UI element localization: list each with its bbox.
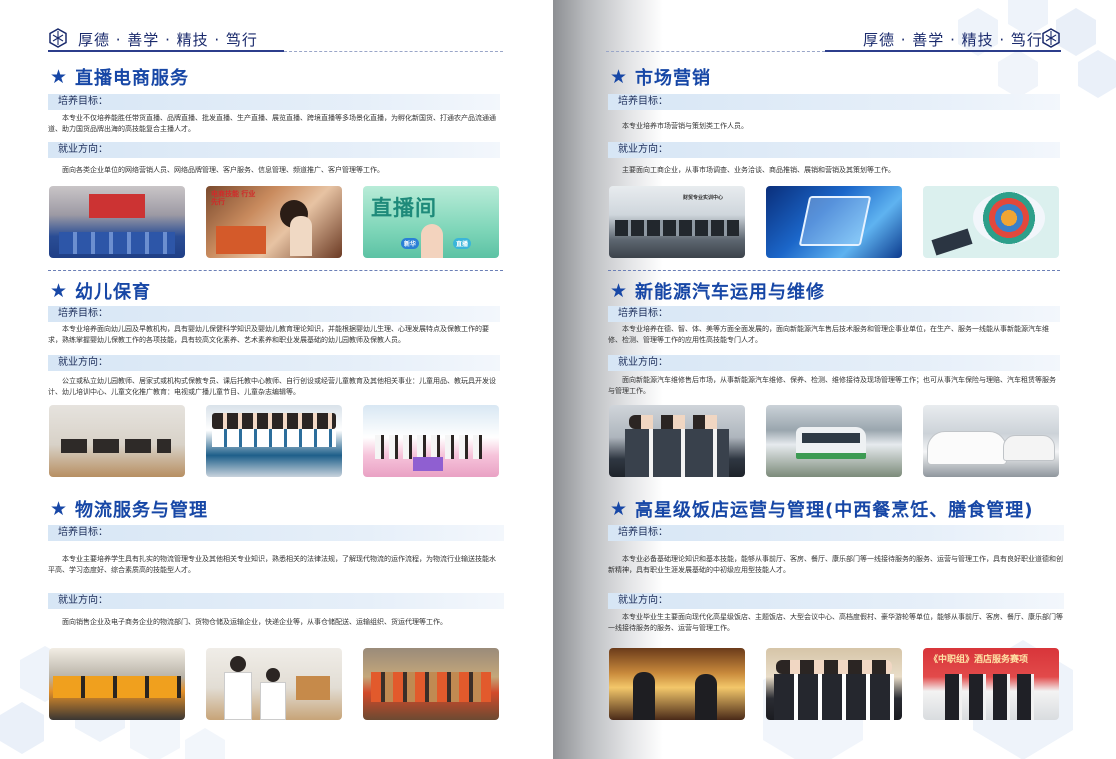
hotel-reception-photo	[609, 648, 745, 720]
career-label: 就业方向：	[48, 355, 500, 371]
livestream-host-photo: 电商技能 行业先行	[206, 186, 342, 258]
photo-sticker-text: 直播	[453, 238, 472, 249]
header-motto: 厚德 · 善学 · 精技 · 笃行	[78, 31, 258, 49]
section-title: ★ 直播电商服务	[50, 64, 189, 90]
section-title-text: 幼儿保育	[75, 282, 152, 303]
right-header: 厚德 · 善学 · 精技 · 笃行	[606, 26, 1061, 52]
auto-staff-photo	[609, 405, 745, 477]
goal-label: 培养目标：	[608, 525, 1064, 541]
section-divider	[608, 270, 1060, 271]
photo-banner-text: 直播间	[371, 196, 437, 220]
section-logistics: ★ 物流服务与管理 培养目标： 本专业主要培养学生具有扎实的物流管理专业及其他相…	[48, 496, 504, 726]
career-label: 就业方向：	[608, 593, 1064, 609]
section-childcare: ★ 幼儿保育 培养目标： 本专业培养面向幼儿园及早教机构，具有婴幼儿保健科学知识…	[48, 278, 503, 488]
school-logo-icon	[49, 28, 67, 48]
childcare-students-photo	[206, 405, 342, 477]
section-title: ★ 幼儿保育	[50, 278, 151, 304]
warehouse-workers-photo	[363, 648, 499, 720]
dance-class-photo	[363, 405, 499, 477]
section-title-text: 新能源汽车运用与维修	[635, 282, 826, 303]
goal-text: 本专业主要培养学生具有扎实的物流管理专业及其他相关专业知识，熟悉相关的法律法规，…	[48, 555, 496, 574]
career-text: 公立或私立幼儿园教师、居家式或机构式保教专员、课后托教中心教师、自行创设或经营儿…	[48, 377, 496, 396]
header-rule-dashed	[606, 51, 825, 52]
goal-label: 培养目标：	[48, 306, 500, 322]
section-title-text: 市场营销	[635, 68, 712, 89]
goal-text: 本专业培养面向幼儿园及早教机构，具有婴幼儿保健科学知识及婴幼儿教育理论知识，并能…	[48, 325, 489, 344]
photo-row: 电商技能 行业先行 直播间 新华 直播	[49, 186, 499, 258]
section-title-text: 高星级饭店运营与管理(中西餐烹饪、膳食管理)	[635, 500, 1034, 521]
section-marketing: ★ 市场营销 培养目标： 本专业培养市场营销与策划类工作人员。 就业方向： 主要…	[608, 64, 1063, 264]
hotel-staff-photo	[766, 648, 902, 720]
star-icon: ★	[610, 280, 629, 302]
career-label: 就业方向：	[48, 593, 504, 609]
header-rule	[825, 50, 1061, 52]
section-live-ecommerce: ★ 直播电商服务 培养目标： 本专业不仅培养能胜任带货直播、品牌直播、批发直播、…	[48, 64, 503, 264]
livestream-studio-photo: 直播间 新华 直播	[363, 186, 499, 258]
section-new-energy-vehicles: ★ 新能源汽车运用与维修 培养目标： 本专业培养在德、智、体、美等方面全面发展的…	[608, 278, 1063, 488]
marketing-icons-photo	[923, 186, 1059, 258]
goal-text: 本专业培养市场营销与策划类工作人员。	[622, 122, 748, 130]
left-page: 厚德 · 善学 · 精技 · 笃行 ★ 直播电商服务 培养目标： 本专业不仅培养…	[0, 0, 553, 759]
car-workshop-photo	[923, 405, 1059, 477]
classroom-photo	[49, 186, 185, 258]
logistics-trucks-photo	[49, 648, 185, 720]
career-text: 主要面向工商企业，从事市场调查、业务洽谈、商品推销、展销和营销及其策划等工作。	[622, 166, 895, 174]
goal-label: 培养目标：	[608, 306, 1060, 322]
star-icon: ★	[50, 498, 69, 520]
section-title: ★ 物流服务与管理	[50, 496, 208, 522]
competition-team-photo: 《中职组》酒店服务赛项	[923, 648, 1059, 720]
header-rule	[48, 50, 284, 52]
star-icon: ★	[610, 498, 629, 520]
photo-banner-text: 《中职组》酒店服务赛项	[929, 655, 1029, 665]
computer-lab-photo: 财贸专业实训中心	[609, 186, 745, 258]
section-divider	[48, 270, 503, 271]
photo-sign-text: 财贸专业实训中心	[683, 195, 724, 201]
goal-label: 培养目标：	[608, 94, 1060, 110]
photo-row: 财贸专业实训中心	[609, 186, 1059, 258]
school-logo-icon	[1042, 28, 1060, 48]
career-label: 就业方向：	[608, 142, 1060, 158]
star-icon: ★	[50, 66, 69, 88]
piano-room-photo	[49, 405, 185, 477]
career-label: 就业方向：	[608, 355, 1060, 371]
goal-text: 本专业必备基础理论知识和基本技能，能够从事前厅、客房、餐厅、康乐部门等一线接待服…	[608, 555, 1063, 574]
goal-text: 本专业不仅培养能胜任带货直播、品牌直播、批发直播、生产直播、展览直播、跨境直播等…	[48, 114, 496, 133]
career-text: 面向新能源汽车维修售后市场，从事新能源汽车维修、保养、检测、维修接待及现场管理等…	[608, 376, 1056, 395]
brochure-spread: 厚德 · 善学 · 精技 · 笃行 ★ 直播电商服务 培养目标： 本专业不仅培养…	[0, 0, 1116, 759]
section-title: ★ 新能源汽车运用与维修	[610, 278, 825, 304]
star-icon: ★	[50, 280, 69, 302]
header-rule-dashed	[284, 51, 503, 52]
career-text: 本专业毕业生主要面向现代化高星级饭店、主题饭店、大型会议中心、高档度假村、豪华游…	[608, 613, 1063, 632]
photo-sticker-text: 新华	[401, 238, 420, 249]
career-label: 就业方向：	[48, 142, 500, 158]
goal-label: 培养目标：	[48, 94, 500, 110]
right-page: 厚德 · 善学 · 精技 · 笃行 ★ 市场营销 培养目标： 本专业培养市场营销…	[553, 0, 1116, 759]
photo-row	[49, 648, 499, 720]
photo-row	[609, 405, 1059, 477]
digital-tablet-photo	[766, 186, 902, 258]
courier-students-photo	[206, 648, 342, 720]
section-hotel-management: ★ 高星级饭店运营与管理(中西餐烹饪、膳食管理) 培养目标： 本专业必备基础理论…	[608, 496, 1078, 726]
career-text: 面向各类企业单位的网络营销人员、网络品牌管理、客户服务、信息管理、频道推广、客户…	[62, 166, 384, 174]
electric-bus-photo	[766, 405, 902, 477]
goal-label: 培养目标：	[48, 525, 504, 541]
photo-row: 《中职组》酒店服务赛项	[609, 648, 1059, 720]
section-title-text: 直播电商服务	[75, 68, 190, 89]
section-title: ★ 高星级饭店运营与管理(中西餐烹饪、膳食管理)	[610, 496, 1034, 522]
goal-text: 本专业培养在德、智、体、美等方面全面发展的，面向新能源汽车售后技术服务和管理企事…	[608, 325, 1049, 344]
star-icon: ★	[610, 66, 629, 88]
photo-caption-text: 电商技能 行业先行	[211, 190, 256, 206]
section-title: ★ 市场营销	[610, 64, 711, 90]
photo-row	[49, 405, 499, 477]
header-motto: 厚德 · 善学 · 精技 · 笃行	[863, 31, 1043, 49]
section-title-text: 物流服务与管理	[75, 500, 209, 521]
career-text: 面向销售企业及电子商务企业的物流部门、货物仓储及运输企业，快递企业等，从事仓储配…	[62, 618, 447, 626]
left-header: 厚德 · 善学 · 精技 · 笃行	[48, 26, 503, 52]
